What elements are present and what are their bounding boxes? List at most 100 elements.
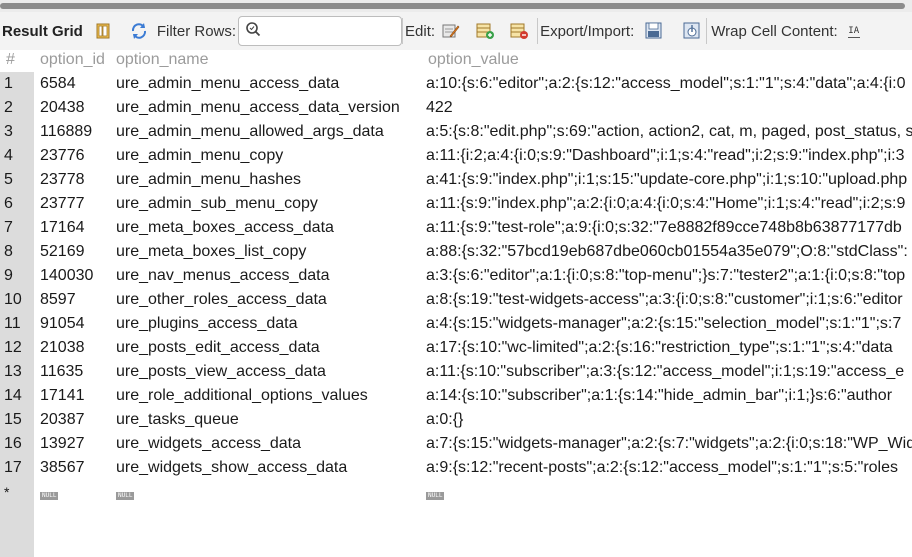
- wrap-cell-icon[interactable]: IA: [847, 25, 860, 38]
- cell-option-id[interactable]: 23778: [40, 168, 110, 192]
- cell-option-value[interactable]: a:11:{s:9:"index.php";a:2:{i:0;a:4:{i:0;…: [426, 192, 912, 216]
- cell-option-id[interactable]: 13927: [40, 432, 110, 456]
- table-row[interactable]: 14 17141 ure_role_additional_options_val…: [0, 384, 912, 408]
- cell-option-value[interactable]: a:0:{}: [426, 408, 912, 432]
- cell-option-name[interactable]: ure_admin_menu_hashes: [116, 168, 420, 192]
- cell-option-id[interactable]: 17164: [40, 216, 110, 240]
- cell-option-id[interactable]: 23776: [40, 144, 110, 168]
- cell-option-name[interactable]: ure_role_additional_options_values: [116, 384, 420, 408]
- table-row[interactable]: 8 52169 ure_meta_boxes_list_copy a:88:{s…: [0, 240, 912, 264]
- export-icon[interactable]: [644, 21, 664, 41]
- cell-option-name[interactable]: ure_posts_edit_access_data: [116, 336, 420, 360]
- row-number: 10: [4, 291, 22, 308]
- cell-option-name-new[interactable]: NULL: [116, 480, 420, 504]
- import-icon[interactable]: [682, 21, 702, 41]
- table-row[interactable]: 17 38567 ure_widgets_show_access_data a:…: [0, 456, 912, 480]
- column-header-option-id[interactable]: option_id: [40, 50, 112, 72]
- cell-option-name[interactable]: ure_admin_menu_access_data: [116, 72, 420, 96]
- cell-option-value[interactable]: a:41:{s:9:"index.php";i:1;s:15:"update-c…: [426, 168, 912, 192]
- refresh-icon[interactable]: [129, 21, 149, 41]
- cell-option-name[interactable]: ure_admin_sub_menu_copy: [116, 192, 420, 216]
- cell-option-id[interactable]: 17141: [40, 384, 110, 408]
- cell-option-id[interactable]: 38567: [40, 456, 110, 480]
- cell-option-value[interactable]: a:11:{s:10:"subscriber";a:3:{s:12:"acces…: [426, 360, 912, 384]
- column-header-option-name[interactable]: option_name: [116, 50, 416, 72]
- filter-rows-input[interactable]: [238, 16, 403, 46]
- result-grid-panel: Result Grid Filter Rows: Edit: Export/Im…: [0, 0, 912, 557]
- cell-option-value[interactable]: 422: [426, 96, 912, 120]
- column-header-rownum[interactable]: #: [6, 50, 32, 72]
- cell-option-id[interactable]: 140030: [40, 264, 110, 288]
- grid-body: 1 6584 ure_admin_menu_access_data a:10:{…: [0, 72, 912, 504]
- cell-option-id[interactable]: 21038: [40, 336, 110, 360]
- cell-option-name[interactable]: ure_meta_boxes_list_copy: [116, 240, 420, 264]
- table-row[interactable]: 16 13927 ure_widgets_access_data a:7:{s:…: [0, 432, 912, 456]
- cell-option-id[interactable]: 11635: [40, 360, 110, 384]
- cell-option-name[interactable]: ure_posts_view_access_data: [116, 360, 420, 384]
- cell-option-value[interactable]: a:17:{s:10:"wc-limited";a:2:{s:16:"restr…: [426, 336, 912, 360]
- cell-option-id[interactable]: 8597: [40, 288, 110, 312]
- row-number: 3: [4, 123, 13, 140]
- horizontal-scrollbar[interactable]: [0, 0, 912, 12]
- form-editor-icon[interactable]: [93, 21, 113, 41]
- cell-option-name[interactable]: ure_admin_menu_access_data_version: [116, 96, 420, 120]
- table-row[interactable]: 13 11635 ure_posts_view_access_data a:11…: [0, 360, 912, 384]
- cell-option-value-new[interactable]: NULL: [426, 480, 912, 504]
- table-row[interactable]: 9 140030 ure_nav_menus_access_data a:3:{…: [0, 264, 912, 288]
- delete-row-icon[interactable]: [509, 21, 529, 41]
- table-row[interactable]: 5 23778 ure_admin_menu_hashes a:41:{s:9:…: [0, 168, 912, 192]
- table-row[interactable]: 10 8597 ure_other_roles_access_data a:8:…: [0, 288, 912, 312]
- table-row[interactable]: 15 20387 ure_tasks_queue a:0:{}: [0, 408, 912, 432]
- cell-option-name[interactable]: ure_widgets_access_data: [116, 432, 420, 456]
- cell-option-value[interactable]: a:4:{s:15:"widgets-manager";a:2:{s:15:"s…: [426, 312, 912, 336]
- cell-option-name[interactable]: ure_meta_boxes_access_data: [116, 216, 420, 240]
- cell-option-value[interactable]: a:11:{i:2;a:4:{i:0;s:9:"Dashboard";i:1;s…: [426, 144, 912, 168]
- row-number: 8: [4, 243, 13, 260]
- cell-option-name[interactable]: ure_widgets_show_access_data: [116, 456, 420, 480]
- cell-option-id[interactable]: 52169: [40, 240, 110, 264]
- table-row[interactable]: 7 17164 ure_meta_boxes_access_data a:11:…: [0, 216, 912, 240]
- table-row[interactable]: 6 23777 ure_admin_sub_menu_copy a:11:{s:…: [0, 192, 912, 216]
- table-row[interactable]: 12 21038 ure_posts_edit_access_data a:17…: [0, 336, 912, 360]
- table-row[interactable]: 4 23776 ure_admin_menu_copy a:11:{i:2;a:…: [0, 144, 912, 168]
- cell-option-name[interactable]: ure_admin_menu_copy: [116, 144, 420, 168]
- cell-option-id[interactable]: 91054: [40, 312, 110, 336]
- table-row[interactable]: 3 116889 ure_admin_menu_allowed_args_dat…: [0, 120, 912, 144]
- cell-option-id[interactable]: 23777: [40, 192, 110, 216]
- cell-option-value[interactable]: a:9:{s:12:"recent-posts";a:2:{s:12:"acce…: [426, 456, 912, 480]
- table-row[interactable]: 1 6584 ure_admin_menu_access_data a:10:{…: [0, 72, 912, 96]
- row-number: 17: [4, 459, 22, 476]
- row-number: 4: [4, 147, 13, 164]
- cell-option-name[interactable]: ure_nav_menus_access_data: [116, 264, 420, 288]
- cell-option-value[interactable]: a:88:{s:32:"57bcd19eb687dbe060cb01554a35…: [426, 240, 912, 264]
- null-badge: NULL: [40, 491, 59, 500]
- cell-option-value[interactable]: a:3:{s:6:"editor";a:1:{i:0;s:8:"top-menu…: [426, 264, 912, 288]
- row-number: 14: [4, 387, 22, 404]
- cell-option-name[interactable]: ure_tasks_queue: [116, 408, 420, 432]
- table-row[interactable]: 11 91054 ure_plugins_access_data a:4:{s:…: [0, 312, 912, 336]
- cell-option-value[interactable]: a:10:{s:6:"editor";a:2:{s:12:"access_mod…: [426, 72, 912, 96]
- cell-option-name[interactable]: ure_admin_menu_allowed_args_data: [116, 120, 420, 144]
- row-number: 9: [4, 267, 13, 284]
- add-row-icon[interactable]: [475, 21, 495, 41]
- row-number: 12: [4, 339, 22, 356]
- scrollbar-thumb[interactable]: [0, 3, 905, 9]
- cell-option-name[interactable]: ure_other_roles_access_data: [116, 288, 420, 312]
- cell-option-id[interactable]: 20387: [40, 408, 110, 432]
- row-number: 5: [4, 171, 13, 188]
- new-row[interactable]: * NULL NULL NULL: [0, 480, 912, 504]
- cell-option-value[interactable]: a:8:{s:19:"test-widgets-access";a:3:{i:0…: [426, 288, 912, 312]
- cell-option-value[interactable]: a:5:{s:8:"edit.php";s:69:"action, action…: [426, 120, 912, 144]
- cell-option-name[interactable]: ure_plugins_access_data: [116, 312, 420, 336]
- table-row[interactable]: 2 20438 ure_admin_menu_access_data_versi…: [0, 96, 912, 120]
- cell-option-value[interactable]: a:7:{s:15:"widgets-manager";a:2:{s:7:"wi…: [426, 432, 912, 456]
- cell-option-id[interactable]: 20438: [40, 96, 110, 120]
- cell-option-id[interactable]: 116889: [40, 120, 110, 144]
- edit-row-icon[interactable]: [441, 21, 461, 41]
- cell-option-value[interactable]: a:14:{s:10:"subscriber";a:1:{s:14:"hide_…: [426, 384, 912, 408]
- cell-option-id[interactable]: 6584: [40, 72, 110, 96]
- column-header-option-value[interactable]: option_value: [428, 50, 912, 72]
- cell-option-id-new[interactable]: NULL: [40, 480, 110, 504]
- null-badge: NULL: [116, 491, 135, 500]
- cell-option-value[interactable]: a:11:{s:9:"test-role";a:9:{i:0;s:32:"7e8…: [426, 216, 912, 240]
